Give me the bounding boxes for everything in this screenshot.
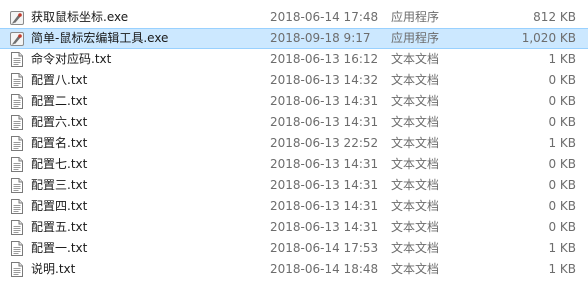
file-type: 文本文档 [391, 52, 440, 66]
file-icon-cell [9, 133, 25, 154]
file-name: 配置三.txt [31, 178, 88, 192]
text-file-icon [11, 241, 23, 256]
file-list: 获取鼠标坐标.exe 2018-06-14 17:48 应用程序 812 KB … [0, 0, 588, 281]
file-name: 配置名.txt [31, 136, 88, 150]
file-type: 文本文档 [391, 241, 440, 255]
file-size: 0 KB [548, 115, 576, 129]
file-size: 1 KB [548, 52, 576, 66]
file-icon-cell [9, 7, 25, 28]
file-type: 文本文档 [391, 115, 440, 129]
file-name: 简单-鼠标宏编辑工具.exe [31, 31, 169, 45]
file-icon-cell [9, 49, 25, 70]
file-date-modified: 2018-06-13 14:31 [270, 220, 379, 234]
file-type: 文本文档 [391, 94, 440, 108]
file-row[interactable]: 配置名.txt 2018-06-13 22:52 文本文档 1 KB [0, 133, 588, 154]
file-size: 1 KB [548, 136, 576, 150]
text-file-icon [11, 73, 23, 88]
file-date-modified: 2018-06-13 14:31 [270, 199, 379, 213]
file-date-modified: 2018-06-14 17:48 [270, 10, 379, 24]
file-size: 0 KB [548, 157, 576, 171]
file-type: 应用程序 [391, 31, 440, 45]
file-date-modified: 2018-06-13 14:32 [270, 73, 379, 87]
file-row[interactable]: 获取鼠标坐标.exe 2018-06-14 17:48 应用程序 812 KB [0, 7, 588, 28]
file-size: 1 KB [548, 262, 576, 276]
file-date-modified: 2018-06-14 17:53 [270, 241, 379, 255]
file-icon-cell [9, 112, 25, 133]
text-file-icon [11, 178, 23, 193]
file-name: 说明.txt [31, 262, 76, 276]
file-type: 文本文档 [391, 178, 440, 192]
file-date-modified: 2018-09-18 9:17 [270, 31, 371, 45]
file-row[interactable]: 配置一.txt 2018-06-14 17:53 文本文档 1 KB [0, 238, 588, 259]
file-icon-cell [9, 70, 25, 91]
file-name: 获取鼠标坐标.exe [31, 10, 129, 24]
file-size: 0 KB [548, 220, 576, 234]
file-row[interactable]: 配置七.txt 2018-06-13 14:31 文本文档 0 KB [0, 154, 588, 175]
file-size: 1,020 KB [521, 31, 576, 45]
file-row[interactable]: 配置三.txt 2018-06-13 14:31 文本文档 0 KB [0, 175, 588, 196]
file-icon-cell [9, 91, 25, 112]
file-icon-cell [9, 217, 25, 238]
file-icon-cell [9, 154, 25, 175]
file-icon-cell [9, 259, 25, 280]
file-size: 0 KB [548, 178, 576, 192]
file-size: 0 KB [548, 73, 576, 87]
file-name: 配置八.txt [31, 73, 88, 87]
text-file-icon [11, 157, 23, 172]
file-type: 文本文档 [391, 262, 440, 276]
text-file-icon [11, 115, 23, 130]
file-date-modified: 2018-06-14 18:48 [270, 262, 379, 276]
file-row[interactable]: 说明.txt 2018-06-14 18:48 文本文档 1 KB [0, 259, 588, 280]
file-type: 文本文档 [391, 157, 440, 171]
file-date-modified: 2018-06-13 14:31 [270, 115, 379, 129]
file-size: 0 KB [548, 199, 576, 213]
file-name: 配置一.txt [31, 241, 88, 255]
file-icon-cell [9, 196, 25, 217]
file-row[interactable]: 命令对应码.txt 2018-06-13 16:12 文本文档 1 KB [0, 49, 588, 70]
file-date-modified: 2018-06-13 14:31 [270, 94, 379, 108]
text-file-icon [11, 94, 23, 109]
file-icon-cell [9, 238, 25, 259]
text-file-icon [11, 199, 23, 214]
file-type: 文本文档 [391, 199, 440, 213]
file-name: 配置六.txt [31, 115, 88, 129]
file-type: 应用程序 [391, 10, 440, 24]
file-name: 配置五.txt [31, 220, 88, 234]
file-row[interactable]: 简单-鼠标宏编辑工具.exe 2018-09-18 9:17 应用程序 1,02… [0, 28, 588, 49]
file-row[interactable]: 配置五.txt 2018-06-13 14:31 文本文档 0 KB [0, 217, 588, 238]
text-file-icon [11, 262, 23, 277]
file-row[interactable]: 配置六.txt 2018-06-13 14:31 文本文档 0 KB [0, 112, 588, 133]
file-size: 1 KB [548, 241, 576, 255]
application-icon [9, 10, 25, 26]
file-size: 812 KB [533, 10, 576, 24]
file-icon-cell [9, 29, 25, 48]
file-type: 文本文档 [391, 136, 440, 150]
file-row[interactable]: 配置四.txt 2018-06-13 14:31 文本文档 0 KB [0, 196, 588, 217]
file-name: 配置二.txt [31, 94, 88, 108]
file-name: 命令对应码.txt [31, 52, 112, 66]
file-icon-cell [9, 175, 25, 196]
file-name: 配置七.txt [31, 157, 88, 171]
file-row[interactable]: 配置八.txt 2018-06-13 14:32 文本文档 0 KB [0, 70, 588, 91]
text-file-icon [11, 136, 23, 151]
file-date-modified: 2018-06-13 14:31 [270, 178, 379, 192]
file-type: 文本文档 [391, 220, 440, 234]
text-file-icon [11, 52, 23, 67]
file-date-modified: 2018-06-13 14:31 [270, 157, 379, 171]
file-date-modified: 2018-06-13 22:52 [270, 136, 379, 150]
application-icon [9, 31, 25, 47]
file-type: 文本文档 [391, 73, 440, 87]
file-size: 0 KB [548, 94, 576, 108]
file-date-modified: 2018-06-13 16:12 [270, 52, 379, 66]
file-row[interactable]: 配置二.txt 2018-06-13 14:31 文本文档 0 KB [0, 91, 588, 112]
text-file-icon [11, 220, 23, 235]
file-name: 配置四.txt [31, 199, 88, 213]
